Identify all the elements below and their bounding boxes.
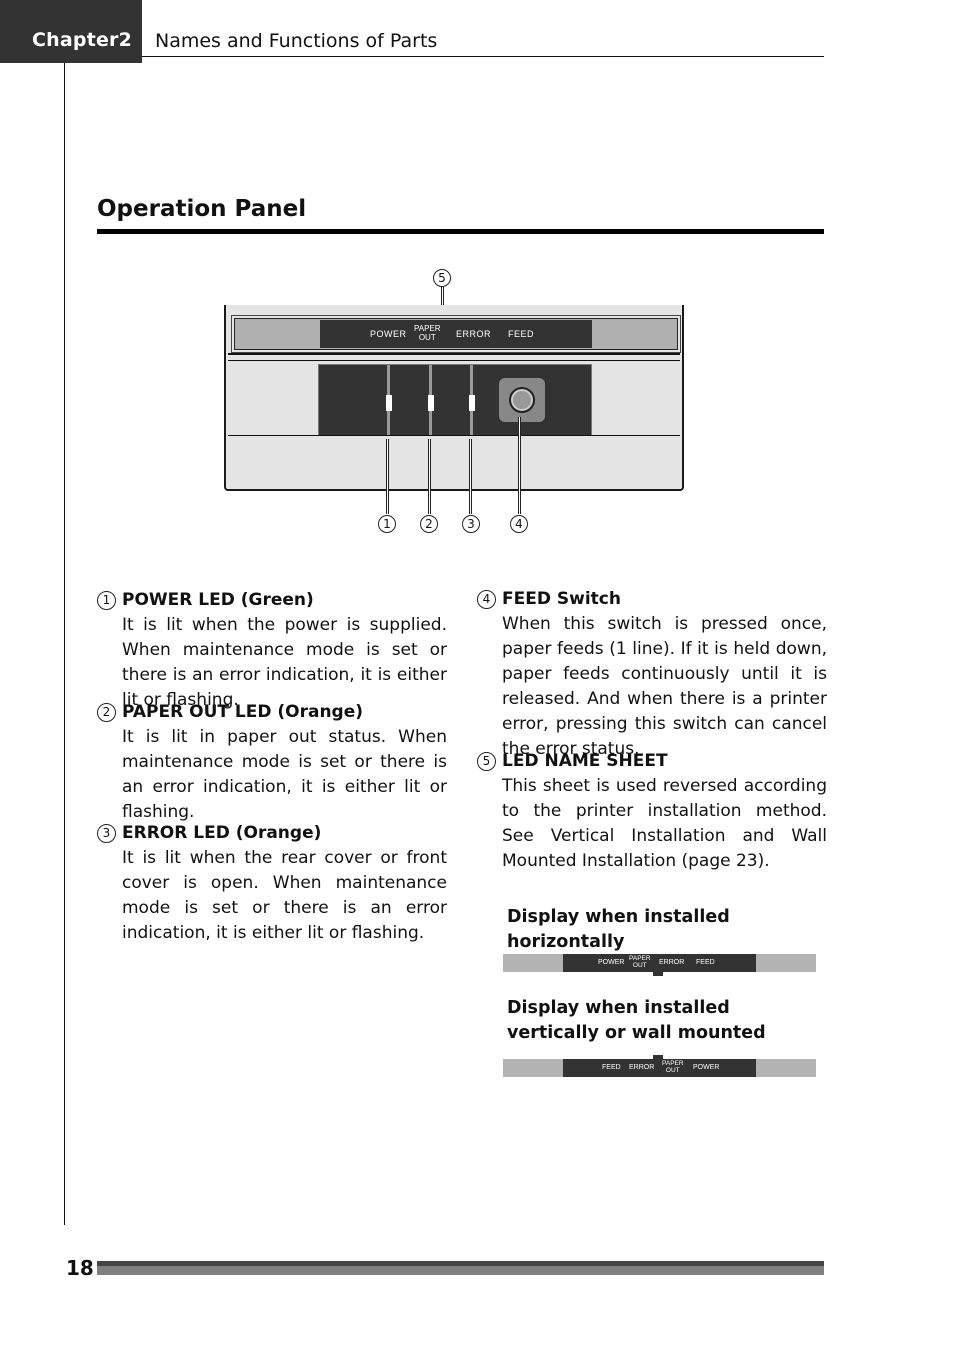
error-led (469, 395, 475, 411)
panel-base-line (228, 435, 680, 436)
sheet-tab-marker (653, 972, 663, 976)
label-out: OUT (418, 333, 436, 342)
sheet-tab-marker (653, 1055, 663, 1059)
sheet-label-area: FEED ERROR PAPER OUT POWER (563, 1059, 756, 1077)
sheet-label-area: POWER PAPER OUT ERROR FEED (563, 954, 756, 972)
callout-5: 5 (433, 269, 451, 287)
feed-button-icon (509, 387, 535, 413)
chapter-tab: Chapter2 (0, 0, 142, 63)
item-title-text: POWER LED (Green) (122, 590, 314, 610)
footer-bar-shadow (97, 1266, 824, 1275)
led-panel (318, 364, 592, 436)
page-number: 18 (66, 1256, 94, 1280)
leader-line-2 (428, 439, 431, 514)
item-title-text: LED NAME SHEET (502, 751, 668, 771)
led-name-sheet: POWER PAPER OUT ERROR FEED (231, 315, 681, 353)
display-horizontal-heading: Display when installed horizontally (507, 907, 730, 952)
left-margin-rule (64, 63, 65, 1225)
callout-4: 4 (510, 515, 528, 533)
panel-divider (228, 353, 680, 361)
label-error: ERROR (629, 1064, 655, 1071)
label-paper-out: PAPER OUT (629, 955, 651, 969)
item-number: 5 (477, 752, 496, 771)
label-feed: FEED (602, 1064, 621, 1071)
item-paper-out-led: 2 PAPER OUT LED (Orange) It is lit in pap… (97, 700, 447, 825)
item-title: 5 LED NAME SHEET (477, 749, 827, 774)
item-title-text: FEED Switch (502, 589, 621, 609)
display-vertical-heading: Display when installed vertically or wal… (507, 998, 766, 1043)
item-body: This sheet is used reversed according to… (502, 776, 827, 871)
callout-3: 3 (462, 515, 480, 533)
item-title: 2 PAPER OUT LED (Orange) (97, 700, 447, 725)
chapter-label: Chapter2 (32, 29, 133, 51)
label-power: POWER (370, 329, 407, 339)
display-horizontal-sheet: POWER PAPER OUT ERROR FEED (503, 954, 816, 976)
label-feed: FEED (508, 329, 535, 339)
leader-line-3 (469, 439, 472, 514)
item-title-text: PAPER OUT LED (Orange) (122, 702, 364, 722)
header-rule (142, 56, 824, 57)
item-number: 3 (97, 824, 116, 843)
item-error-led: 3 ERROR LED (Orange) It is lit when the r… (97, 821, 447, 946)
label-feed: FEED (696, 959, 715, 966)
paper-out-led (428, 395, 434, 411)
item-body: It is lit in paper out status. When main… (122, 727, 447, 822)
operation-panel-diagram: 5 POWER PAPER OUT ERROR FEED 1 2 3 4 (220, 262, 690, 542)
item-led-name-sheet: 5 LED NAME SHEET This sheet is used rever… (477, 749, 827, 874)
item-title: 4 FEED Switch (477, 587, 827, 612)
leader-line-4 (518, 417, 521, 514)
label-paper: PAPER (662, 1060, 684, 1067)
power-led (386, 395, 392, 411)
label-error: ERROR (456, 329, 492, 339)
item-number: 1 (97, 591, 116, 610)
item-number: 2 (97, 703, 116, 722)
label-power: POWER (598, 959, 625, 966)
callout-1: 1 (378, 515, 396, 533)
label-error: ERROR (659, 959, 685, 966)
label-out: OUT (632, 962, 647, 969)
label-power: POWER (693, 1064, 720, 1071)
label-paper-out: PAPER OUT (414, 324, 441, 342)
led-name-sheet-label-area: POWER PAPER OUT ERROR FEED (320, 320, 592, 348)
item-feed-switch: 4 FEED Switch When this switch is pressed… (477, 587, 827, 762)
item-number: 4 (477, 590, 496, 609)
label-paper-out: PAPER OUT (662, 1060, 684, 1074)
page-heading: Operation Panel (97, 196, 307, 222)
item-body: It is lit when the rear cover or front c… (122, 848, 447, 943)
item-body: It is lit when the power is supplied. Wh… (122, 615, 447, 710)
item-title-text: ERROR LED (Orange) (122, 823, 322, 843)
item-title: 3 ERROR LED (Orange) (97, 821, 447, 846)
display-vertical-sheet: FEED ERROR PAPER OUT POWER (503, 1055, 816, 1077)
item-body: When this switch is pressed once, paper … (502, 614, 827, 759)
printer-front-panel: POWER PAPER OUT ERROR FEED (224, 305, 684, 491)
item-title: 1 POWER LED (Green) (97, 588, 447, 613)
section-title: Names and Functions of Parts (155, 30, 438, 52)
callout-2: 2 (420, 515, 438, 533)
item-power-led: 1 POWER LED (Green) It is lit when the po… (97, 588, 447, 713)
heading-rule (97, 229, 824, 234)
feed-switch[interactable] (499, 378, 545, 422)
label-paper: PAPER (629, 955, 651, 962)
leader-line-1 (386, 439, 389, 514)
label-paper: PAPER (414, 324, 441, 333)
label-out: OUT (665, 1067, 680, 1074)
